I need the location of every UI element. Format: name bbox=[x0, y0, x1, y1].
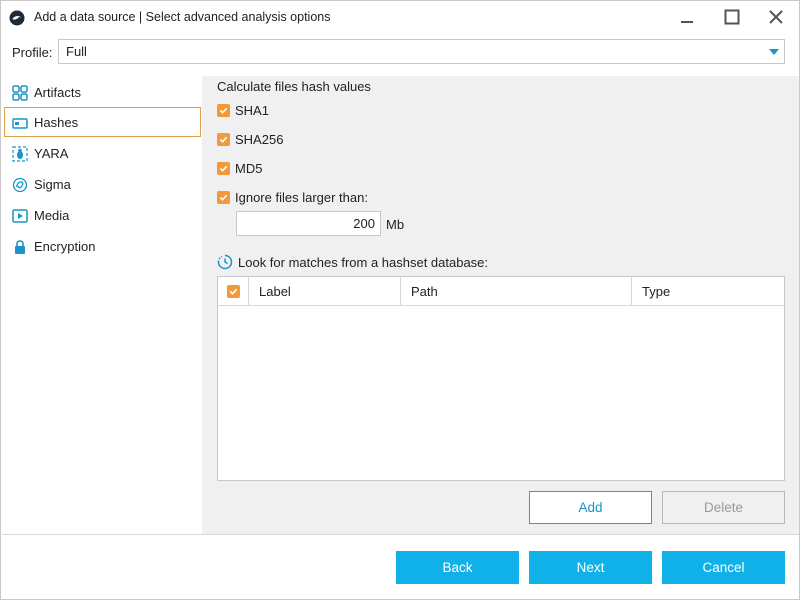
sidebar-item-sigma[interactable]: Sigma bbox=[4, 169, 201, 199]
checkmark-icon bbox=[219, 165, 228, 172]
column-header-type[interactable]: Type bbox=[632, 277, 784, 306]
clock-history-icon bbox=[217, 254, 233, 270]
sha256-option[interactable]: SHA256 bbox=[217, 132, 283, 147]
close-button[interactable] bbox=[761, 5, 791, 29]
footer-divider bbox=[2, 534, 799, 535]
sidebar-item-media[interactable]: Media bbox=[4, 200, 201, 230]
dialog-window: Add a data source | Select advanced anal… bbox=[0, 0, 800, 600]
header-select-all-cell bbox=[218, 277, 249, 306]
sha1-option[interactable]: SHA1 bbox=[217, 103, 269, 118]
ignore-large-files-checkbox[interactable] bbox=[217, 191, 230, 204]
sidebar-item-label: Hashes bbox=[34, 115, 79, 130]
profile-label: Profile: bbox=[12, 45, 53, 60]
sidebar-item-label: Encryption bbox=[34, 239, 96, 254]
sidebar-nav: Artifacts Hashes YARA Sigma Media Encryp… bbox=[2, 76, 202, 534]
sha1-label: SHA1 bbox=[235, 103, 269, 118]
sidebar-item-encryption[interactable]: Encryption bbox=[4, 231, 201, 261]
artifacts-grid-icon bbox=[12, 85, 28, 101]
cancel-button[interactable]: Cancel bbox=[662, 551, 785, 584]
sidebar-item-label: Media bbox=[34, 208, 70, 223]
md5-label: MD5 bbox=[235, 161, 263, 176]
ignore-large-files-label: Ignore files larger than: bbox=[235, 190, 368, 205]
sidebar-item-label: Artifacts bbox=[34, 85, 81, 100]
hash-card-icon bbox=[12, 118, 28, 129]
maximize-button[interactable] bbox=[717, 5, 747, 29]
checkmark-icon bbox=[219, 107, 228, 114]
hashset-table: Label Path Type bbox=[217, 276, 785, 481]
sidebar-item-label: Sigma bbox=[34, 177, 71, 192]
title-bar: Add a data source | Select advanced anal… bbox=[1, 1, 799, 34]
minimize-button[interactable] bbox=[672, 5, 702, 29]
column-header-path[interactable]: Path bbox=[401, 277, 632, 306]
checkmark-icon bbox=[219, 136, 228, 143]
section-title: Calculate files hash values bbox=[217, 79, 371, 94]
md5-option[interactable]: MD5 bbox=[217, 161, 262, 176]
next-button[interactable]: Next bbox=[529, 551, 652, 584]
sha1-checkbox[interactable] bbox=[217, 104, 230, 117]
profile-select[interactable]: Full bbox=[58, 39, 785, 64]
hashset-title-label: Look for matches from a hashset database… bbox=[238, 254, 489, 270]
column-header-label[interactable]: Label bbox=[249, 277, 401, 306]
select-all-checkbox[interactable] bbox=[227, 285, 240, 298]
sha256-label: SHA256 bbox=[235, 132, 284, 147]
back-button[interactable]: Back bbox=[396, 551, 519, 584]
delete-button[interactable]: Delete bbox=[662, 491, 785, 524]
sidebar-item-hashes[interactable]: Hashes bbox=[4, 107, 201, 137]
maximize-icon bbox=[724, 9, 740, 25]
ignore-large-files-option[interactable]: Ignore files larger than: bbox=[217, 190, 368, 205]
lock-icon bbox=[15, 240, 25, 254]
window-title: Add a data source | Select advanced anal… bbox=[34, 10, 331, 24]
sha256-checkbox[interactable] bbox=[217, 133, 230, 146]
app-logo-icon bbox=[9, 10, 25, 26]
md5-checkbox[interactable] bbox=[217, 162, 230, 175]
minimize-icon bbox=[681, 21, 693, 23]
add-button[interactable]: Add bbox=[529, 491, 652, 524]
sigma-fingerprint-icon bbox=[12, 177, 28, 193]
yara-bug-icon bbox=[12, 146, 28, 162]
sidebar-item-yara[interactable]: YARA bbox=[4, 138, 201, 168]
checkmark-icon bbox=[229, 288, 238, 295]
hashset-title: Look for matches from a hashset database… bbox=[217, 254, 488, 270]
profile-value: Full bbox=[66, 44, 87, 59]
close-icon bbox=[769, 10, 783, 24]
media-play-icon bbox=[12, 209, 28, 223]
table-header: Label Path Type bbox=[218, 277, 784, 306]
checkmark-icon bbox=[219, 194, 228, 201]
size-limit-input[interactable]: 200 bbox=[236, 211, 381, 236]
size-unit-label: Mb bbox=[386, 217, 405, 232]
sidebar-item-artifacts[interactable]: Artifacts bbox=[4, 77, 201, 107]
chevron-down-icon bbox=[769, 49, 779, 55]
sidebar-item-label: YARA bbox=[34, 146, 69, 161]
